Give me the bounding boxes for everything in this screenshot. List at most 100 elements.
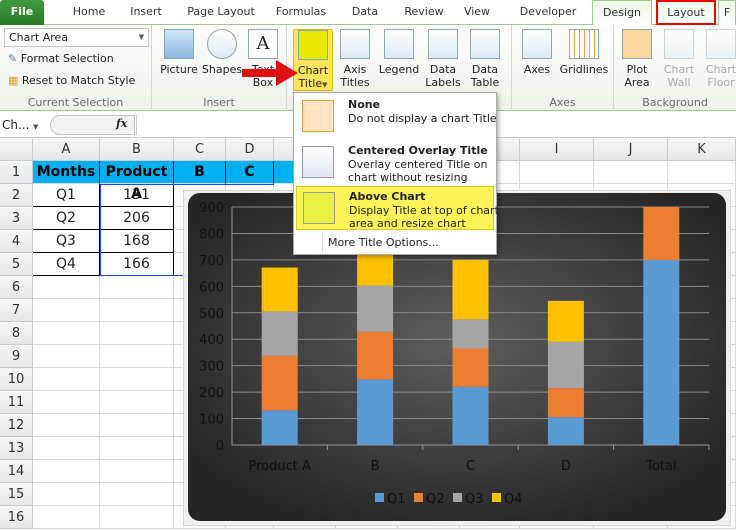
axes-button[interactable]: Axes (518, 29, 556, 76)
shapes-button[interactable]: Shapes (200, 29, 244, 76)
plot-area-button[interactable]: Plot Area (618, 29, 656, 89)
cell[interactable] (33, 391, 100, 414)
row-header-11[interactable]: 11 (0, 391, 33, 414)
cell[interactable] (33, 506, 100, 529)
cell[interactable] (33, 437, 100, 460)
cell[interactable] (100, 437, 174, 460)
insert-function-button[interactable]: fx (116, 117, 127, 130)
tab-layout[interactable]: Layout (656, 0, 716, 25)
column-header-C[interactable]: C (174, 139, 226, 161)
row-header-6[interactable]: 6 (0, 276, 33, 299)
cell[interactable] (100, 276, 174, 299)
menu-item-centered-overlay[interactable]: Centered Overlay Title Overlay centered T… (296, 141, 494, 197)
tab-data[interactable]: Data (338, 0, 392, 25)
row-header-16[interactable]: 16 (0, 506, 33, 529)
column-header-J[interactable]: J (594, 139, 668, 161)
row-header-9[interactable]: 9 (0, 345, 33, 368)
axis-titles-label: Axis Titles (340, 63, 370, 89)
cell[interactable] (100, 391, 174, 414)
more-title-options[interactable]: More Title Options... (328, 236, 439, 249)
row-header-10[interactable]: 10 (0, 368, 33, 391)
table-header-cell[interactable]: Product A (100, 161, 174, 202)
table-header-cell[interactable]: C (226, 161, 274, 184)
tab-file[interactable]: File (0, 0, 44, 25)
row-header-4[interactable]: 4 (0, 230, 33, 253)
row-header-2[interactable]: 2 (0, 184, 33, 207)
cell[interactable] (33, 345, 100, 368)
axis-titles-button[interactable]: Axis Titles (335, 29, 375, 89)
column-header-K[interactable]: K (668, 139, 736, 161)
name-box[interactable]: Ch... ▼ (0, 115, 50, 135)
cell[interactable] (100, 414, 174, 437)
cell[interactable] (33, 368, 100, 391)
cell[interactable] (100, 345, 174, 368)
tab-formulas[interactable]: Formulas (268, 0, 334, 25)
chart-elements-select[interactable]: Chart Area ▼ (4, 28, 149, 47)
tab-design[interactable]: Design (592, 0, 652, 25)
cell[interactable] (668, 161, 736, 184)
row-header-1[interactable]: 1 (0, 161, 33, 184)
cell[interactable] (594, 161, 668, 184)
row-header-7[interactable]: 7 (0, 299, 33, 322)
tab-developer[interactable]: Developer (506, 0, 590, 25)
column-header-B[interactable]: B (100, 139, 174, 161)
column-header-D[interactable]: D (226, 139, 274, 161)
data-labels-button[interactable]: Data Labels (423, 29, 463, 89)
bar-q1 (357, 379, 394, 445)
legend-swatch-q1 (375, 493, 384, 502)
table-header-cell[interactable]: B (174, 161, 226, 184)
tab-home[interactable]: Home (60, 0, 118, 25)
axis-titles-icon (340, 29, 370, 59)
legend-button[interactable]: Legend (377, 29, 421, 76)
tab-insert[interactable]: Insert (118, 0, 174, 25)
cell[interactable] (100, 299, 174, 322)
cell[interactable] (33, 299, 100, 322)
tab-f[interactable]: F (718, 0, 736, 25)
chart-floor-button[interactable]: Chart Floor (702, 29, 736, 89)
cell[interactable] (100, 460, 174, 483)
cell[interactable] (33, 414, 100, 437)
cell[interactable] (100, 368, 174, 391)
row-header-3[interactable]: 3 (0, 207, 33, 230)
picture-button[interactable]: Picture (158, 29, 200, 76)
bar-q2 (547, 388, 584, 418)
tab-view[interactable]: View (452, 0, 502, 25)
cell[interactable] (33, 483, 100, 506)
row-header-5[interactable]: 5 (0, 253, 33, 276)
format-selection-button[interactable]: ✎ Format Selection (8, 50, 114, 68)
cell[interactable] (33, 322, 100, 345)
tab-review[interactable]: Review (396, 0, 452, 25)
chart-wall-button[interactable]: Chart Wall (660, 29, 698, 89)
cell[interactable] (100, 322, 174, 345)
menu-separator (322, 233, 323, 253)
menu-item-none[interactable]: None Do not display a chart Title (296, 95, 497, 139)
table-cell[interactable]: Q1 (33, 184, 100, 207)
row-header-12[interactable]: 12 (0, 414, 33, 437)
group-current-selection: Chart Area ▼ ✎ Format Selection ▦ Reset t… (0, 25, 152, 111)
reset-to-match-style-button[interactable]: ▦ Reset to Match Style (8, 72, 135, 90)
table-cell[interactable]: Q3 (33, 230, 100, 253)
select-all-corner[interactable] (0, 139, 33, 161)
table-cell[interactable]: Q4 (33, 253, 100, 276)
gridlines-button[interactable]: Gridlines (558, 29, 610, 76)
menu-item-above-chart[interactable]: Above Chart Display Title at top of chart… (296, 186, 499, 230)
data-labels-icon (428, 29, 458, 59)
cell[interactable] (100, 483, 174, 506)
name-box-value: Ch... (2, 118, 30, 132)
cell[interactable] (33, 276, 100, 299)
column-header-A[interactable]: A (33, 139, 100, 161)
axes-label: Axes (523, 63, 551, 76)
row-header-8[interactable]: 8 (0, 322, 33, 345)
data-table-button[interactable]: Data Table (465, 29, 505, 89)
row-header-14[interactable]: 14 (0, 460, 33, 483)
cell[interactable] (33, 460, 100, 483)
row-header-15[interactable]: 15 (0, 483, 33, 506)
column-header-I[interactable]: I (520, 139, 594, 161)
table-header-cell[interactable]: Months (33, 161, 100, 184)
legend-label: Q4 (504, 492, 523, 507)
cell[interactable] (100, 506, 174, 529)
cell[interactable] (520, 161, 594, 184)
tab-page-layout[interactable]: Page Layout (176, 0, 266, 25)
row-header-13[interactable]: 13 (0, 437, 33, 460)
table-cell[interactable]: Q2 (33, 207, 100, 230)
